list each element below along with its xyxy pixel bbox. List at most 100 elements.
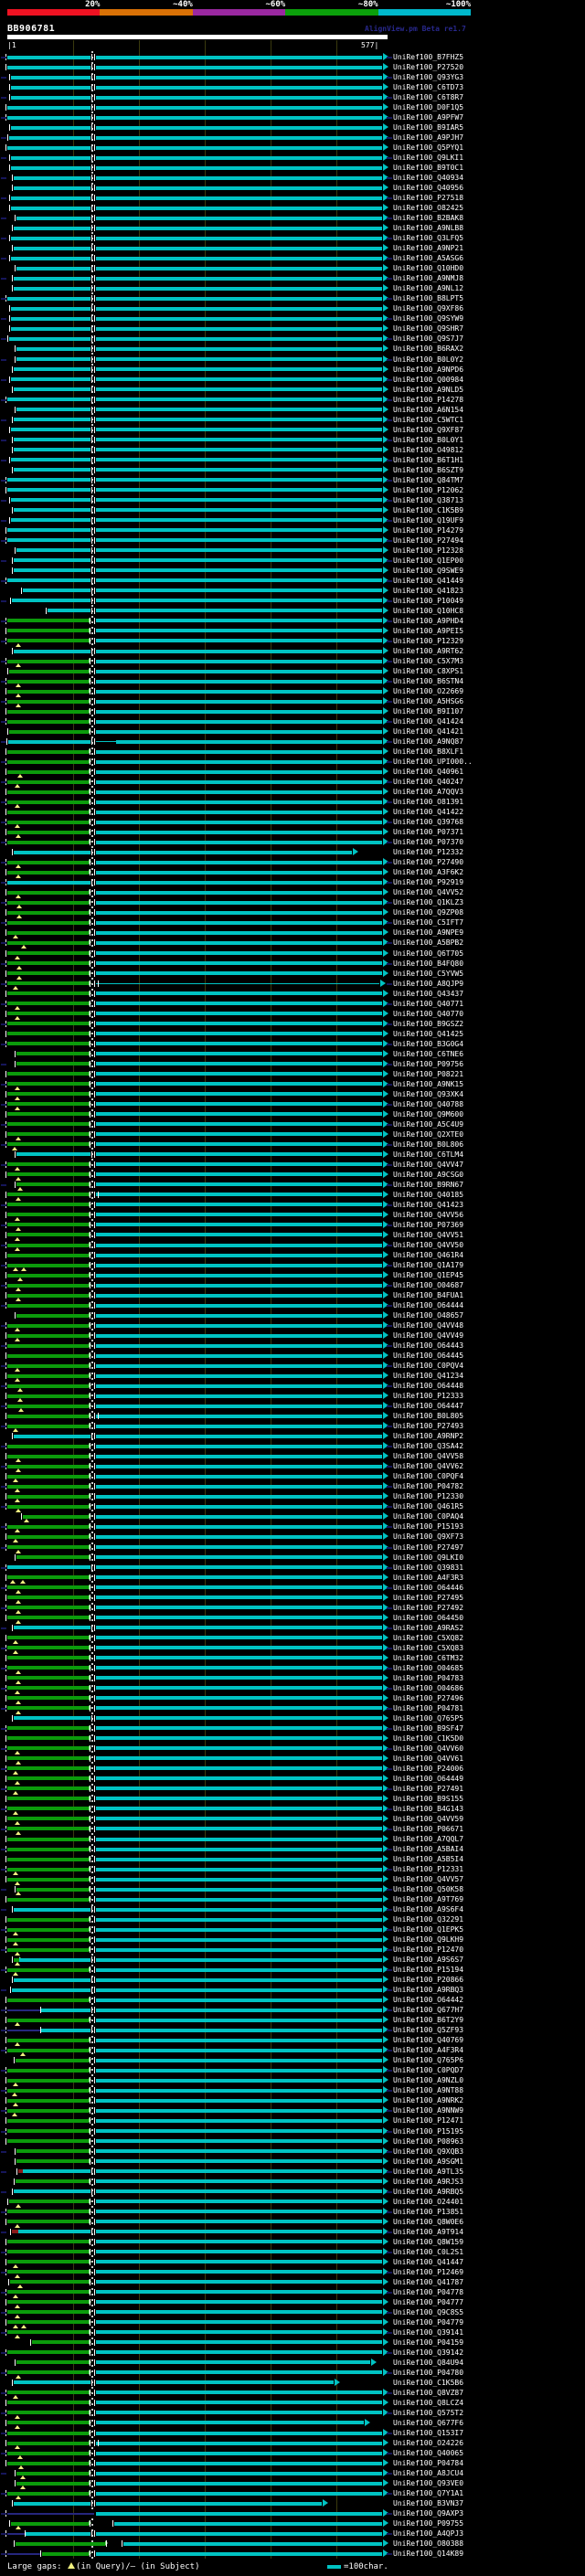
alignment-row[interactable]: UniRef100_Q1EP00 — [0, 556, 585, 566]
hit-bar[interactable] — [96, 236, 383, 240]
hit-label[interactable]: UniRef100_A9TL35 — [393, 2167, 463, 2177]
hit-label[interactable]: UniRef100_P04781 — [393, 1703, 463, 1713]
hit-bar[interactable] — [96, 1686, 383, 1691]
hit-bar[interactable] — [96, 1203, 383, 1207]
hit-bar[interactable] — [96, 1092, 383, 1097]
hit-bar[interactable] — [96, 769, 383, 774]
alignment-row[interactable]: UniRef100_A9NK15 — [0, 1079, 585, 1090]
hit-label[interactable]: UniRef100_Q4VV51 — [393, 1230, 463, 1240]
alignment-row[interactable]: UniRef100_A9NRK2 — [0, 2095, 585, 2107]
hit-bar[interactable] — [96, 1052, 383, 1056]
alignment-row[interactable]: UniRef100_Q00984 — [0, 375, 585, 385]
alignment-row[interactable]: UniRef100_Q9SYW9 — [0, 313, 585, 323]
alignment-row[interactable]: UniRef100_P04159 — [0, 2337, 585, 2348]
alignment-row[interactable]: UniRef100_A8JCU4 — [0, 2468, 585, 2480]
hit-label[interactable]: UniRef100_Q8LCZ4 — [393, 2398, 463, 2408]
alignment-row[interactable]: UniRef100_Q9AXP3 — [0, 2508, 585, 2518]
hit-bar[interactable] — [7, 900, 90, 905]
hit-bar[interactable] — [7, 1636, 90, 1640]
alignment-row[interactable]: UniRef100_P27490 — [0, 857, 585, 869]
hit-bar[interactable] — [7, 398, 90, 402]
hit-label[interactable]: UniRef100_P12331 — [393, 1864, 463, 1874]
hit-bar[interactable] — [7, 2270, 90, 2274]
hit-label[interactable]: UniRef100_B8XLF1 — [393, 747, 463, 757]
alignment-row[interactable]: UniRef100_C0PQD7 — [0, 2065, 585, 2075]
alignment-row[interactable]: UniRef100_Q153I7 — [0, 2428, 585, 2438]
hit-label[interactable]: UniRef100_B4G143 — [393, 1804, 463, 1814]
hit-bar[interactable] — [96, 568, 383, 573]
hit-bar[interactable] — [96, 1585, 383, 1590]
hit-label[interactable]: UniRef100_P07369 — [393, 1220, 463, 1230]
hit-bar[interactable] — [7, 1263, 90, 1267]
hit-label[interactable]: UniRef100_C0PQV4 — [393, 1361, 463, 1371]
hit-bar[interactable] — [7, 1012, 90, 1016]
alignment-row[interactable]: UniRef100_Q4VV51 — [0, 1230, 585, 1241]
hit-label[interactable]: UniRef100_B9SF47 — [393, 1723, 463, 1733]
hit-bar[interactable] — [16, 216, 90, 220]
alignment-row[interactable]: UniRef100_Q40770 — [0, 1009, 585, 1020]
hit-label[interactable]: UniRef100_C5IFT7 — [393, 917, 463, 928]
hit-bar[interactable] — [96, 2501, 322, 2506]
hit-label[interactable]: UniRef100_C0PQD7 — [393, 2065, 463, 2075]
hit-label[interactable]: UniRef100_Q1A179 — [393, 1260, 463, 1270]
hit-bar[interactable] — [16, 2360, 90, 2365]
hit-label[interactable]: UniRef100_O64443 — [393, 1341, 463, 1351]
alignment-row[interactable]: UniRef100_P08221 — [0, 1069, 585, 1079]
hit-bar[interactable] — [96, 940, 383, 945]
hit-label[interactable]: UniRef100_O64446 — [393, 1583, 463, 1593]
alignment-row[interactable]: UniRef100_Q4VV49 — [0, 1330, 585, 1342]
alignment-row[interactable]: UniRef100_Q93XK4 — [0, 1089, 585, 1100]
hit-bar[interactable] — [96, 1595, 383, 1600]
hit-label[interactable]: UniRef100_Q461R4 — [393, 1250, 463, 1260]
alignment-row[interactable]: UniRef100_B4G143 — [0, 1804, 585, 1815]
alignment-row[interactable]: UniRef100_A9TL35 — [0, 2167, 585, 2177]
alignment-row[interactable]: UniRef100_B8LPT5 — [0, 293, 585, 303]
hit-label[interactable]: UniRef100_P92919 — [393, 877, 463, 887]
hit-bar[interactable] — [96, 448, 383, 452]
hit-bar[interactable] — [96, 1937, 383, 1942]
hit-label[interactable]: UniRef100_Q39831 — [393, 1563, 463, 1573]
alignment-row[interactable]: UniRef100_P15194 — [0, 1965, 585, 1977]
hit-bar[interactable] — [96, 1172, 383, 1177]
hit-bar[interactable] — [14, 1907, 90, 1912]
alignment-row[interactable]: UniRef100_O80388 — [0, 2539, 585, 2549]
hit-bar[interactable] — [96, 609, 383, 613]
hit-bar[interactable] — [7, 1022, 90, 1026]
alignment-row[interactable]: UniRef100_Q9LKI1 — [0, 153, 585, 163]
hit-label[interactable]: UniRef100_A9RNP2 — [393, 1431, 463, 1441]
alignment-row[interactable]: UniRef100_Q39141 — [0, 2327, 585, 2338]
alignment-row[interactable]: UniRef100_Q41424 — [0, 716, 585, 726]
hit-bar[interactable] — [96, 2008, 383, 2012]
hit-label[interactable]: UniRef100_Q9AXP3 — [393, 2508, 463, 2518]
alignment-row[interactable]: UniRef100_C6TM32 — [0, 1653, 585, 1663]
hit-label[interactable]: UniRef100_Q10HC8 — [393, 606, 463, 616]
hit-label[interactable]: UniRef100_Q2XTE0 — [393, 1129, 463, 1140]
hit-bar[interactable] — [96, 1383, 383, 1388]
alignment-row[interactable]: UniRef100_Q4VV56 — [0, 1210, 585, 1221]
hit-label[interactable]: UniRef100_Q9S7J7 — [393, 334, 463, 344]
hit-label[interactable]: UniRef100_P10049 — [393, 596, 463, 606]
hit-bar[interactable] — [96, 528, 383, 533]
hit-label[interactable]: UniRef100_Q153I7 — [393, 2428, 463, 2438]
hit-bar[interactable] — [14, 2189, 90, 2194]
hit-bar[interactable] — [7, 1233, 90, 1237]
hit-label[interactable]: UniRef100_P27518 — [393, 193, 463, 203]
alignment-row[interactable]: UniRef100_Q4VV50 — [0, 1240, 585, 1251]
hit-label[interactable]: UniRef100_A9NNW9 — [393, 2105, 463, 2115]
alignment-row[interactable]: UniRef100_Q4VV62 — [0, 1461, 585, 1473]
hit-bar[interactable] — [96, 346, 383, 351]
hit-bar[interactable] — [11, 256, 90, 260]
hit-bar[interactable] — [11, 206, 90, 210]
alignment-row[interactable]: UniRef100_A4F3R3 — [0, 1573, 585, 1584]
hit-bar[interactable] — [7, 890, 90, 895]
hit-label[interactable]: UniRef100_C0L2S1 — [393, 2247, 463, 2257]
hit-bar[interactable] — [96, 438, 383, 442]
hit-bar[interactable] — [96, 1233, 383, 1237]
hit-bar[interactable] — [96, 1736, 383, 1741]
alignment-row[interactable]: UniRef100_C5XQ83 — [0, 1643, 585, 1654]
hit-bar[interactable] — [96, 2370, 383, 2375]
hit-label[interactable]: UniRef100_O81391 — [393, 797, 463, 807]
alignment-row[interactable]: UniRef100_A3F6K2 — [0, 867, 585, 879]
hit-bar[interactable] — [7, 1333, 90, 1338]
hit-bar[interactable] — [7, 639, 90, 643]
